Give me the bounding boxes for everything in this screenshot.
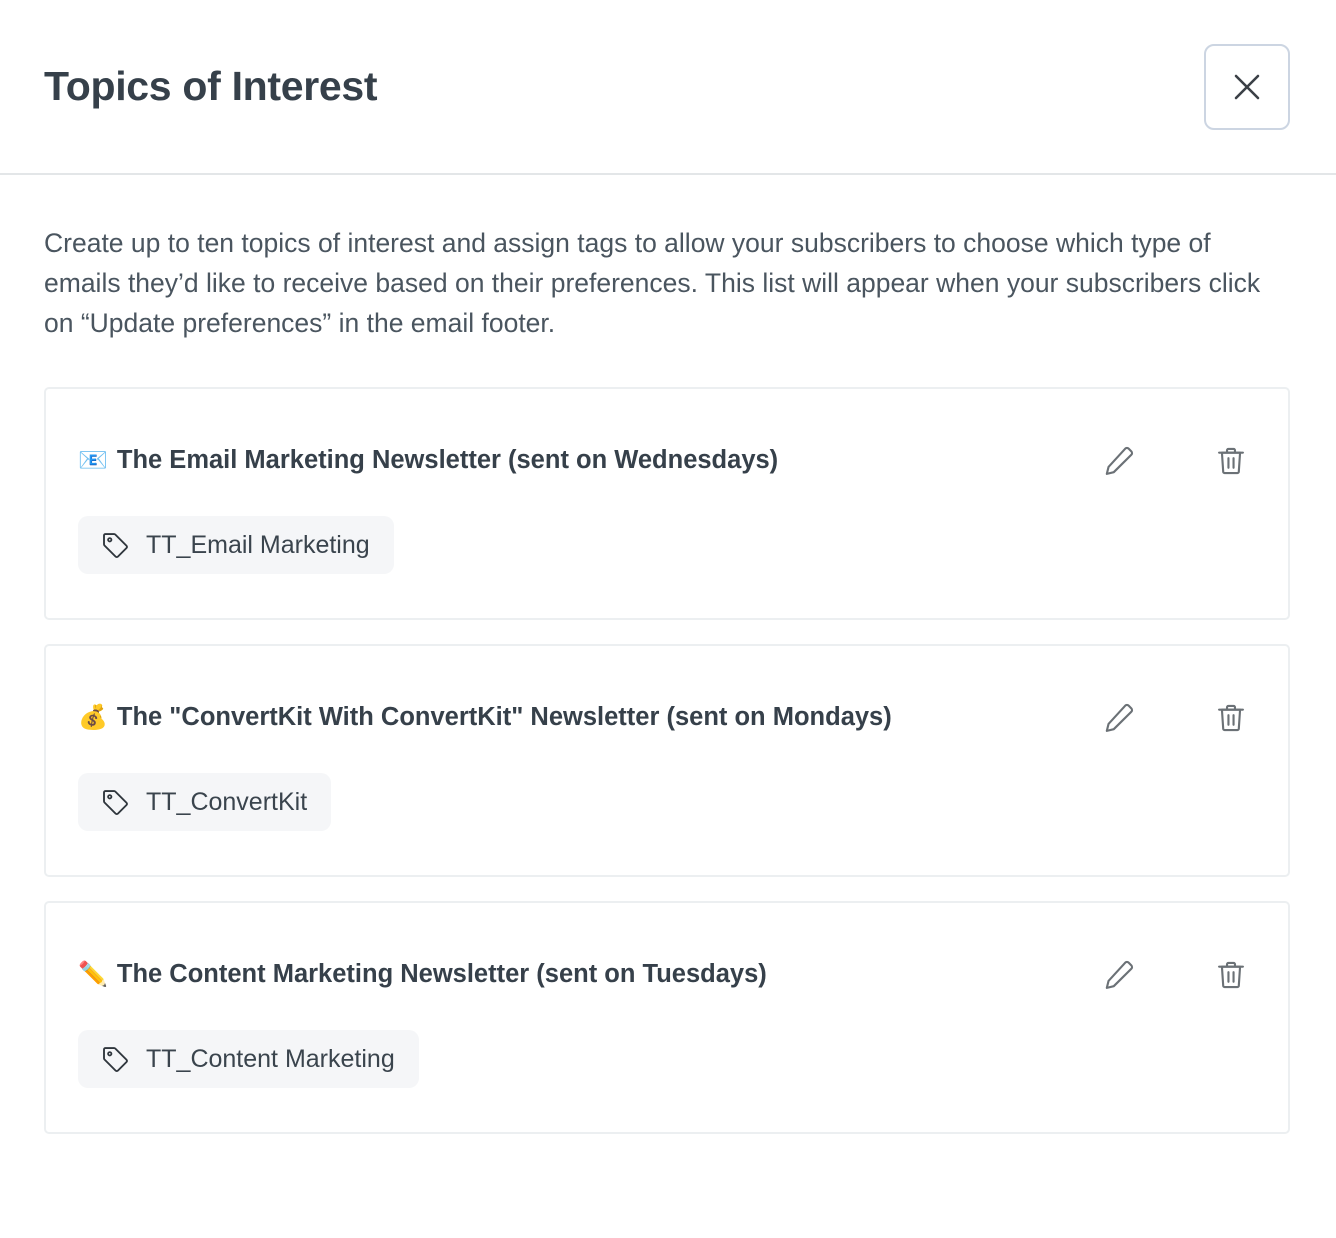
topic-actions [1102,700,1258,735]
pencil-icon [1102,958,1136,992]
topic-title: 💰 The "ConvertKit With ConvertKit" Newsl… [78,700,1082,734]
topic-title-text: The "ConvertKit With ConvertKit" Newslet… [116,703,892,731]
modal-header: Topics of Interest [0,0,1336,175]
topic-header-row: ✏️ The Content Marketing Newsletter (sen… [78,957,1258,992]
modal-body: Create up to ten topics of interest and … [0,175,1336,1238]
tag-pill[interactable]: TT_Content Marketing [78,1030,419,1088]
page-title: Topics of Interest [44,62,378,109]
tag-icon [100,787,130,817]
modal-description: Create up to ten topics of interest and … [44,228,1261,338]
topic-list: 📧 The Email Marketing Newsletter (sent o… [44,387,1290,1134]
delete-topic-button[interactable] [1214,701,1248,735]
topic-title: ✏️ The Content Marketing Newsletter (sen… [78,957,1082,991]
topic-header-row: 💰 The "ConvertKit With ConvertKit" Newsl… [78,700,1258,735]
e-mail-emoji: 📧 [78,447,108,474]
topic-card: ✏️ The Content Marketing Newsletter (sen… [44,901,1290,1134]
tag-label: TT_Content Marketing [146,1045,395,1073]
pencil-icon [1102,701,1136,735]
tag-pill[interactable]: TT_ConvertKit [78,773,332,831]
topic-title-text: The Email Marketing Newsletter (sent on … [116,446,779,474]
edit-topic-button[interactable] [1102,701,1136,735]
close-button[interactable] [1204,43,1290,130]
delete-topic-button[interactable] [1214,958,1248,992]
money-bag-emoji: 💰 [78,704,108,731]
pencil-icon [1102,444,1136,478]
topics-of-interest-modal: Topics of Interest Create up to ten topi… [0,0,1336,1238]
tag-icon [100,1044,130,1074]
tag-row: TT_ConvertKit [78,773,1258,831]
tag-label: TT_ConvertKit [146,788,308,816]
delete-topic-button[interactable] [1214,444,1248,478]
trash-icon [1214,444,1248,478]
edit-topic-button[interactable] [1102,444,1136,478]
tag-row: TT_Email Marketing [78,516,1258,574]
edit-topic-button[interactable] [1102,958,1136,992]
topic-card: 📧 The Email Marketing Newsletter (sent o… [44,387,1290,620]
trash-icon [1214,701,1248,735]
tag-icon [100,530,130,560]
tag-row: TT_Content Marketing [78,1030,1258,1088]
topic-card: 💰 The "ConvertKit With ConvertKit" Newsl… [44,644,1290,877]
tag-label: TT_Email Marketing [146,531,370,559]
topic-title-text: The Content Marketing Newsletter (sent o… [116,960,767,988]
topic-header-row: 📧 The Email Marketing Newsletter (sent o… [78,443,1258,478]
tag-pill[interactable]: TT_Email Marketing [78,516,394,574]
trash-icon [1214,958,1248,992]
pencil-emoji: ✏️ [78,961,108,988]
topic-actions [1102,443,1258,478]
topic-actions [1102,957,1258,992]
topic-title: 📧 The Email Marketing Newsletter (sent o… [78,443,1082,477]
close-icon [1230,70,1264,104]
